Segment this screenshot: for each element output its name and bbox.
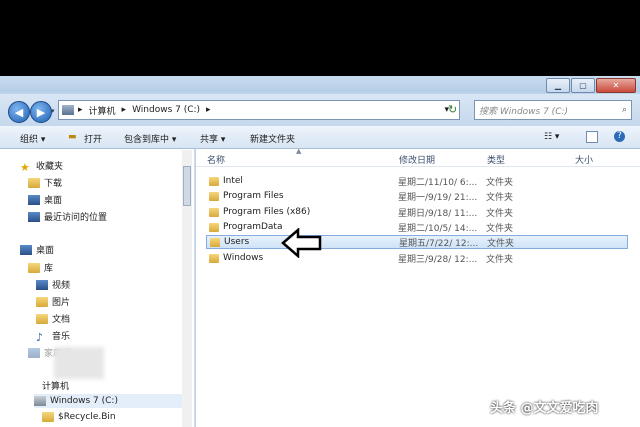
star-icon: ★ [20, 160, 30, 174]
maximize-button[interactable]: ▢ [571, 78, 595, 93]
share-button[interactable]: 共享 ▾ [200, 132, 225, 145]
new-folder-button[interactable]: 新建文件夹 [250, 132, 295, 145]
pictures-icon [36, 296, 48, 307]
help-icon[interactable]: ? [614, 131, 625, 142]
column-header-date[interactable]: 修改日期 [399, 153, 435, 166]
organize-button[interactable]: 组织 ▾ [20, 132, 45, 145]
folder-icon [209, 176, 219, 186]
address-bar[interactable]: ▸ 计算机 ▸ Windows 7 (C:) ▸ ▾ [58, 100, 460, 120]
file-row[interactable]: ProgramData 星期二/10/5/ 14:... 文件夹 [206, 220, 628, 234]
navigation-pane: ★收藏夹 下载 桌面 最近访问的位置 桌面 库 视频 图片 文档 ♪音乐 家庭组… [0, 149, 195, 427]
recent-places-icon [28, 211, 40, 222]
drive-icon [34, 396, 46, 406]
breadcrumb-computer[interactable]: 计算机 [89, 104, 116, 117]
nav-videos[interactable]: 视频 [36, 278, 70, 291]
open-folder-icon: ▬ [68, 132, 77, 142]
folder-icon [209, 191, 219, 201]
preview-pane-icon[interactable] [586, 131, 598, 143]
open-button[interactable]: 打开 [84, 132, 102, 145]
history-dropdown-icon[interactable]: ▾ [51, 107, 55, 115]
folder-icon [209, 253, 219, 263]
nav-scrollbar-thumb[interactable] [183, 166, 191, 206]
nav-library[interactable]: 库 [28, 261, 53, 274]
nav-desktop-favorite[interactable]: 桌面 [28, 193, 62, 206]
back-button[interactable]: ◀ [8, 101, 30, 123]
folder-icon [42, 412, 54, 422]
file-row[interactable]: Intel 星期二/11/10/ 6:... 文件夹 [206, 174, 628, 188]
downloads-folder-icon [28, 177, 40, 188]
forward-button[interactable]: ▶ [30, 101, 52, 123]
file-list-pane: 名称 ▲ 修改日期 类型 大小 Intel 星期二/11/10/ 6:... 文件夹… [196, 147, 640, 427]
header-divider [196, 166, 640, 167]
nav-music[interactable]: ♪ 音乐 [36, 329, 70, 344]
breadcrumb-separator: ▸ [121, 105, 127, 115]
nav-documents[interactable]: 文档 [36, 312, 70, 325]
command-bar: 组织 ▾ ▬ 打开 包含到库中 ▾ 共享 ▾ 新建文件夹 ☷ ▾ ? [0, 126, 640, 149]
documents-icon [36, 313, 48, 324]
close-button[interactable]: ✕ [596, 78, 636, 93]
title-bar: ▁ ▢ ✕ [0, 76, 640, 93]
folder-icon [209, 222, 219, 232]
sort-arrow-icon: ▲ [296, 147, 302, 155]
nav-computer[interactable]: 计算机 [42, 379, 69, 392]
refresh-icon[interactable]: ↻ [448, 103, 462, 117]
nav-pictures[interactable]: 图片 [36, 295, 70, 308]
file-row[interactable]: Program Files (x86) 星期日/9/18/ 11:... 文件夹 [206, 205, 628, 219]
breadcrumb-separator: ▸ [206, 105, 211, 115]
pointer-arrow-annotation [281, 228, 322, 258]
minimize-button[interactable]: ▁ [546, 78, 570, 93]
include-in-library-button[interactable]: 包含到库中 ▾ [124, 132, 176, 145]
view-options-icon[interactable]: ☷ ▾ [544, 132, 559, 142]
nav-recent-places[interactable]: 最近访问的位置 [28, 210, 107, 223]
nav-desktop[interactable]: 桌面 [20, 243, 54, 256]
file-row[interactable]: Windows 星期三/9/28/ 12:... 文件夹 [206, 251, 628, 265]
breadcrumb-separator: ▸ [78, 105, 83, 115]
folder-icon [210, 237, 220, 247]
breadcrumb-drive[interactable]: Windows 7 (C:) [132, 105, 200, 115]
desktop-icon [28, 194, 40, 205]
file-row-selected[interactable]: Users 星期五/7/22/ 12:... 文件夹 [206, 235, 628, 249]
computer-icon [62, 105, 74, 115]
column-header-type[interactable]: 类型 [487, 153, 505, 166]
nav-downloads[interactable]: 下载 [28, 176, 62, 189]
nav-recycle-bin[interactable]: $Recycle.Bin [42, 412, 116, 422]
videos-icon [36, 279, 48, 290]
nav-favorites[interactable]: ★ 收藏夹 [20, 159, 63, 174]
desktop-icon [20, 244, 32, 255]
column-header-name[interactable]: 名称 [207, 153, 225, 166]
nav-drive-c[interactable]: Windows 7 (C:) [34, 394, 182, 408]
search-placeholder: 搜索 Windows 7 (C:) [479, 106, 569, 117]
file-row[interactable]: Program Files 星期一/9/19/ 21:... 文件夹 [206, 189, 628, 203]
search-icon[interactable]: ⌕ [622, 105, 627, 115]
folder-icon [209, 207, 219, 217]
music-icon: ♪ [36, 330, 44, 344]
homegroup-icon [28, 347, 40, 358]
search-input[interactable]: 搜索 Windows 7 (C:) ⌕ [474, 100, 632, 120]
library-icon [28, 262, 40, 273]
blurred-region [54, 347, 104, 379]
column-header-size[interactable]: 大小 [575, 153, 593, 166]
watermark-text: 头条 @文文爱吃肉 [490, 401, 599, 416]
